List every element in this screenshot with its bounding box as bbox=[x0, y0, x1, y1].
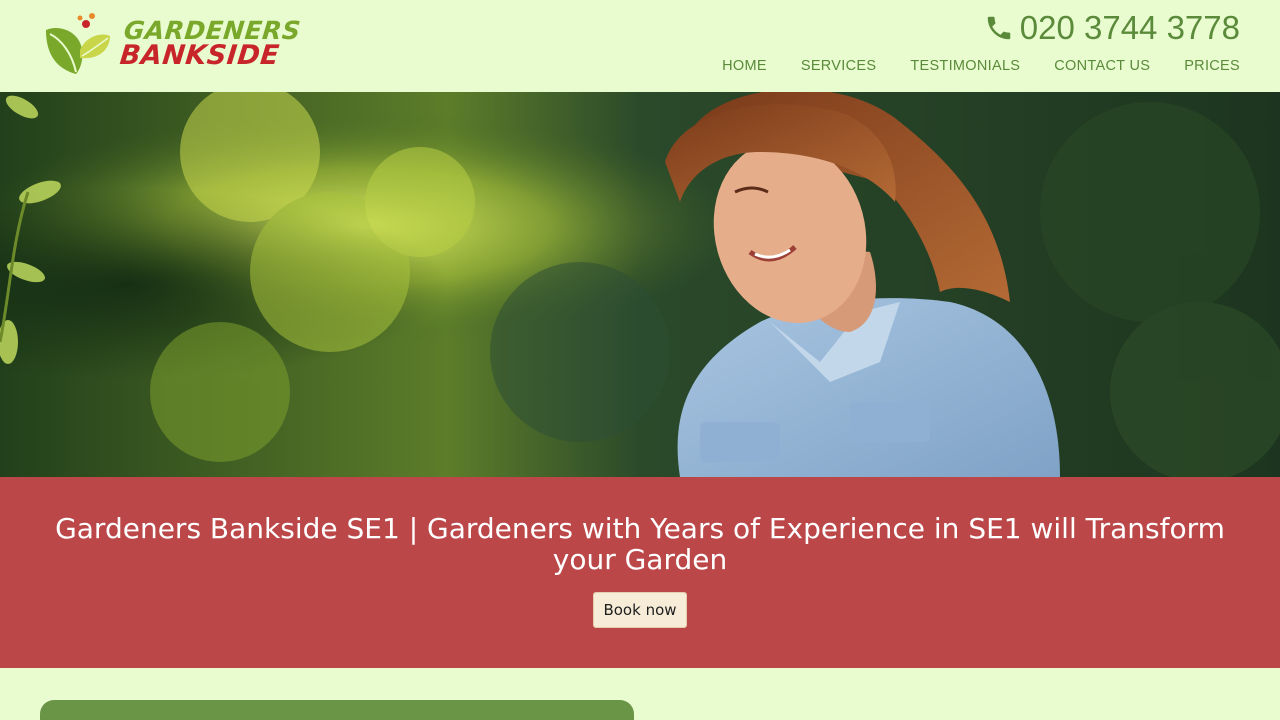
nav-item-prices[interactable]: PRICES bbox=[1184, 58, 1240, 74]
nav-item-contact-us[interactable]: CONTACT US bbox=[1054, 58, 1150, 74]
phone-number-link[interactable]: 020 3744 3778 bbox=[984, 8, 1240, 48]
nav-item-services[interactable]: SERVICES bbox=[801, 58, 876, 74]
site-logo[interactable]: GARDENERS BANKSIDE bbox=[40, 10, 302, 80]
book-now-button[interactable]: Book now bbox=[593, 592, 687, 628]
content-card bbox=[40, 700, 634, 720]
nav-item-testimonials[interactable]: TESTIMONIALS bbox=[910, 58, 1020, 74]
phone-number-text: 020 3744 3778 bbox=[1019, 9, 1240, 46]
phone-icon bbox=[987, 16, 1011, 40]
page-title: Gardeners Bankside SE1 | Gardeners with … bbox=[55, 512, 1225, 576]
nav-item-home[interactable]: HOME bbox=[722, 58, 767, 74]
site-header: GARDENERS BANKSIDE 020 3744 3778 HOME SE… bbox=[0, 0, 1280, 92]
gardener-photo bbox=[0, 92, 1280, 477]
main-nav: HOME SERVICES TESTIMONIALS CONTACT US PR… bbox=[722, 58, 1240, 74]
hero-image bbox=[0, 92, 1280, 477]
leaf-logo-icon bbox=[46, 13, 110, 74]
logo-text-bankside: BANKSIDE bbox=[118, 40, 281, 71]
hero-banner: Gardeners Bankside SE1 | Gardeners with … bbox=[0, 477, 1280, 668]
